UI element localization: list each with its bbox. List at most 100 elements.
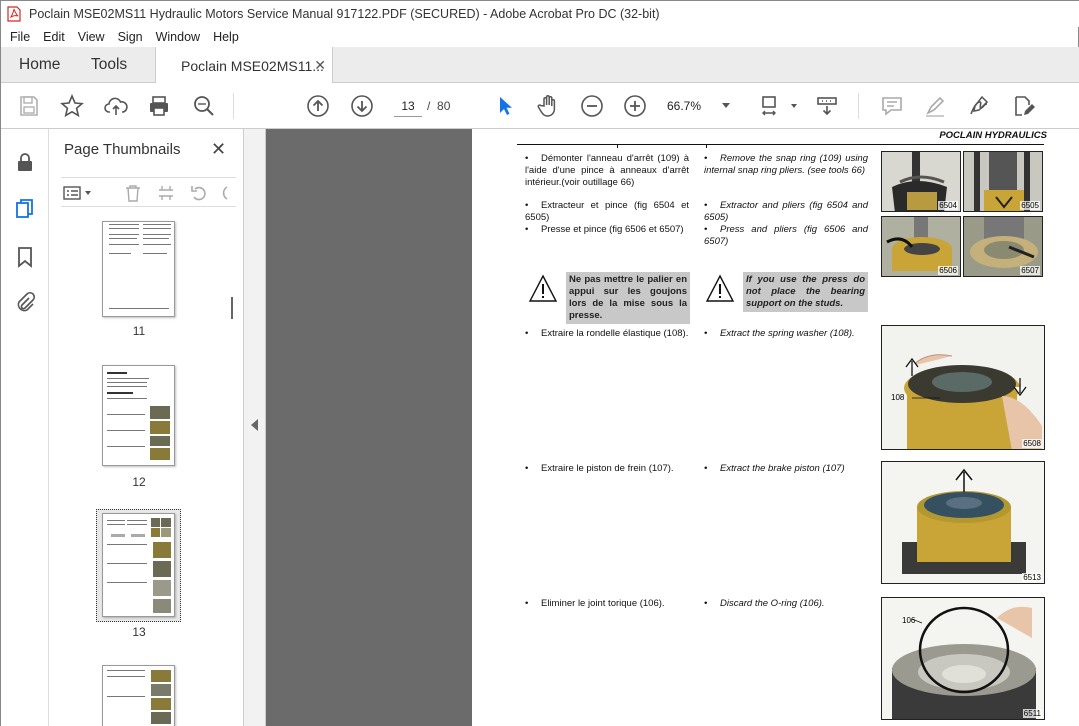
rotate-right-icon[interactable] (217, 183, 229, 203)
step-text: Discard the O-ring (106). (720, 598, 825, 609)
step-en: • Discard the O-ring (106). (704, 598, 825, 609)
step-text: Eliminer le joint torique (106). (541, 598, 665, 609)
page-thumbnail-13[interactable] (102, 513, 175, 617)
step-fr: • Extracteur et pince (fig 6504 et 6505) (525, 200, 689, 223)
tab-document[interactable]: Poclain MSE02MS11... ✕ (155, 47, 333, 84)
zoom-in-icon[interactable] (623, 94, 647, 118)
zoom-out-icon[interactable] (580, 94, 604, 118)
zoom-dropdown-icon[interactable] (722, 103, 730, 108)
page-header-brand: POCLAIN HYDRAULICS (939, 130, 1047, 141)
arrow-up-icon[interactable] (306, 94, 330, 118)
search-icon[interactable] (192, 94, 216, 118)
toolbar-divider (233, 93, 234, 119)
callout-label: 108 (891, 393, 905, 402)
arrow-down-icon[interactable] (350, 94, 374, 118)
title-bar: Poclain MSE02MS11 Hydraulic Motors Servi… (1, 1, 1079, 27)
step-text: Extractor and pliers (fig 6504 and 6505) (704, 200, 868, 223)
toolbar-divider (858, 93, 859, 119)
close-tab-icon[interactable]: ✕ (314, 57, 326, 74)
figure-photo-6505: 6505 (963, 151, 1043, 212)
column-tick (706, 144, 707, 148)
thumbnails-scrollbar[interactable] (227, 219, 237, 719)
figure-photo-6513: 6513 (881, 461, 1045, 584)
figure-number: 6507 (1020, 266, 1040, 275)
close-panel-icon[interactable]: ✕ (211, 139, 226, 160)
header-rule (517, 144, 1044, 145)
extract-icon[interactable] (156, 183, 176, 203)
step-fr: • Presse et pince (fig 6506 et 6507) (525, 224, 684, 235)
figure-number: 6511 (1022, 709, 1042, 718)
warning-en-text: If you use the press do not place the be… (743, 272, 868, 312)
page-fit-icon[interactable] (759, 94, 783, 118)
select-arrow-icon[interactable] (493, 94, 517, 118)
page-thumbnail-12[interactable] (102, 365, 175, 466)
figure-number: 6508 (1022, 439, 1042, 448)
thumbnails-panel: Page Thumbnails ✕ 11 12 13 (49, 129, 244, 726)
thumbnail-options-dropdown-icon[interactable] (83, 183, 93, 203)
step-en: • Extract the spring washer (108). (704, 328, 855, 339)
edit-pdf-icon[interactable] (1011, 94, 1035, 118)
step-text: Presse et pince (fig 6506 et 6507) (541, 224, 684, 235)
thumbnail-label-13: 13 (132, 625, 146, 639)
step-en: • Extractor and pliers (fig 6504 and 6505… (704, 200, 868, 223)
thumbnails-scroll-thumb[interactable] (231, 297, 233, 319)
menu-file[interactable]: File (10, 30, 30, 44)
tab-row: Home Tools Poclain MSE02MS11... ✕ (1, 47, 1079, 84)
step-fr: • Eliminer le joint torique (106). (525, 598, 665, 609)
panel-splitter[interactable] (244, 129, 266, 726)
step-text: Extraire la rondelle élastique (108). (541, 328, 689, 339)
menu-sign[interactable]: Sign (118, 30, 143, 44)
hand-icon[interactable] (536, 94, 560, 118)
menu-edit[interactable]: Edit (43, 30, 65, 44)
step-en: • Press and pliers (fig 6506 and 6507) (704, 224, 868, 247)
figure-photo-6506: 6506 (881, 216, 961, 277)
figure-number: 6505 (1020, 201, 1040, 210)
scroll-mode-icon[interactable] (815, 94, 839, 118)
step-fr: • Démonter l'anneau d'arrêt (109) à l'aid… (525, 153, 689, 188)
page-thumbnail-14[interactable] (102, 665, 175, 726)
menu-window[interactable]: Window (156, 30, 200, 44)
pages-icon[interactable] (14, 198, 36, 220)
figure-photo-6507: 6507 (963, 216, 1043, 277)
menu-view[interactable]: View (78, 30, 105, 44)
highlight-icon[interactable] (923, 94, 947, 118)
thumbnail-options-icon[interactable] (63, 183, 83, 203)
figure-photo-6511: 106 6511 (881, 597, 1045, 720)
star-icon[interactable] (60, 93, 84, 118)
print-icon[interactable] (147, 94, 171, 118)
zoom-input[interactable]: 66.7% (667, 95, 715, 117)
warning-icon (705, 274, 735, 302)
sign-icon[interactable] (967, 94, 991, 118)
step-fr: • Extraire le piston de frein (107). (525, 463, 674, 474)
document-viewport[interactable]: POCLAIN HYDRAULICS • Démonter l'anneau d'… (266, 129, 1079, 726)
menu-help[interactable]: Help (213, 30, 239, 44)
column-tick (617, 144, 618, 148)
page-number-input[interactable]: 13 (394, 95, 422, 117)
thumbnail-label-12: 12 (132, 475, 146, 489)
comment-icon[interactable] (880, 94, 904, 118)
step-fr: • Extraire la rondelle élastique (108). (525, 328, 689, 339)
save-icon[interactable] (17, 94, 41, 118)
bookmark-icon[interactable] (14, 246, 36, 268)
toolbar: 13 / 80 66.7% (1, 83, 1079, 129)
figure-number: 6513 (1022, 573, 1042, 582)
thumbnail-label-11: 11 (132, 324, 146, 338)
delete-icon[interactable] (123, 183, 143, 203)
thumbnails-toolbar (61, 177, 236, 207)
upload-icon[interactable] (104, 94, 128, 118)
page-thumbnail-11[interactable] (102, 221, 175, 317)
tab-document-label: Poclain MSE02MS11... (181, 57, 324, 74)
step-en: • Extract the brake piston (107) (704, 463, 845, 474)
page-separator: / (427, 99, 431, 113)
collapse-panel-icon[interactable] (251, 419, 258, 431)
rotate-left-icon[interactable] (189, 183, 209, 203)
lock-icon[interactable] (14, 151, 36, 173)
warning-icon (528, 274, 558, 302)
left-rail (1, 129, 49, 726)
tab-tools[interactable]: Tools (91, 47, 127, 83)
page-fit-dropdown-icon[interactable] (782, 94, 797, 118)
tab-home[interactable]: Home (19, 47, 60, 83)
step-text: Remove the snap ring (109) using interna… (704, 153, 868, 176)
attachment-icon[interactable] (14, 291, 36, 313)
step-text: Press and pliers (fig 6506 and 6507) (704, 224, 868, 247)
